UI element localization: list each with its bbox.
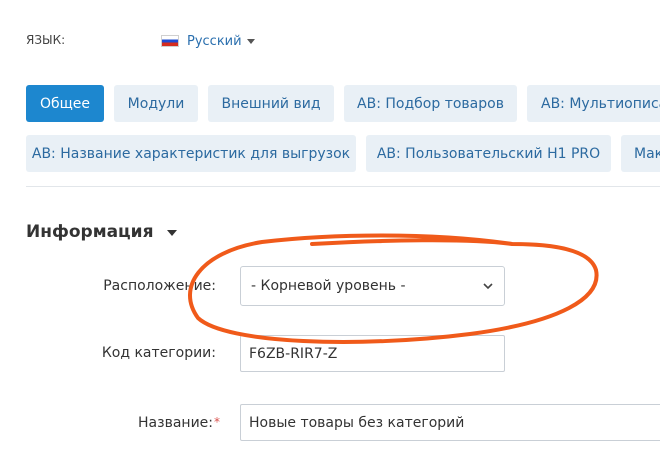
chevron-down-icon [483, 283, 493, 290]
tab-modules[interactable]: Модули [114, 85, 198, 122]
name-label: Название:* [138, 415, 220, 431]
name-input[interactable] [240, 404, 660, 441]
tab-ab-custom-h1-pro[interactable]: АВ: Пользовательский H1 PRO [366, 135, 611, 172]
location-select[interactable]: - Корневой уровень - [240, 266, 505, 306]
language-selector[interactable]: Русский [161, 31, 255, 51]
tabs-divider [26, 186, 660, 187]
name-label-text: Название: [138, 415, 213, 431]
russia-flag-icon [161, 35, 179, 47]
caret-down-icon [246, 39, 255, 44]
tab-ab-multidescription[interactable]: АВ: Мультиописа [527, 85, 660, 122]
tab-general[interactable]: Общее [26, 85, 104, 122]
section-title: Информация [26, 222, 154, 242]
tab-mak[interactable]: Мак [621, 135, 660, 172]
category-code-input[interactable] [240, 335, 505, 372]
required-mark: * [214, 415, 220, 429]
location-select-value: - Корневой уровень - [251, 278, 406, 294]
language-current: Русский [187, 33, 242, 49]
tab-ab-product-selection[interactable]: АВ: Подбор товаров [344, 85, 517, 122]
tab-appearance[interactable]: Внешний вид [208, 85, 334, 122]
caret-down-icon [167, 230, 178, 236]
tab-ab-feature-names-exports[interactable]: АВ: Название характеристик для выгрузок [26, 135, 356, 172]
category-code-label: Код категории: [101, 345, 216, 361]
language-label: ЯЗЫК: [26, 33, 66, 47]
section-header-info[interactable]: Информация [26, 222, 178, 242]
location-label: Расположение: [103, 278, 216, 294]
